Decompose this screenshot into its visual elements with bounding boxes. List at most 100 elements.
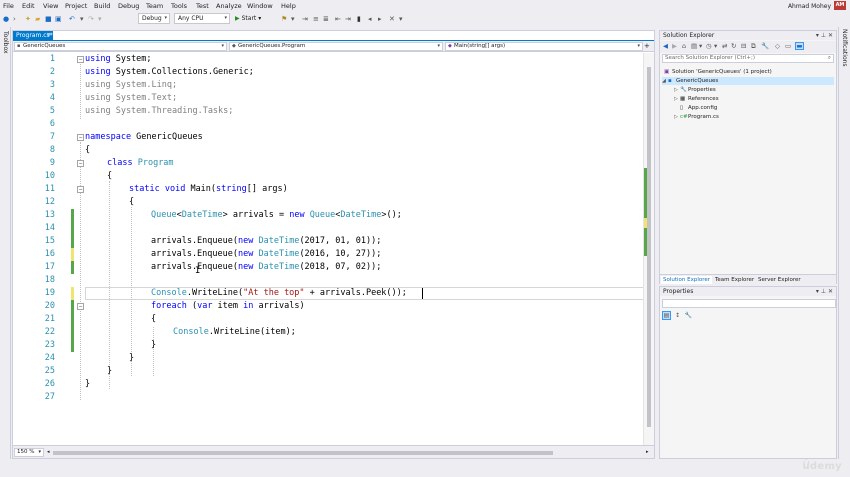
tree-item-app-config[interactable]: ▯ App.config: [680, 104, 717, 112]
uncomment-icon[interactable]: ≣: [323, 15, 329, 23]
solution-search-input[interactable]: Search Solution Explorer (Ctrl+;) ⌕: [662, 54, 834, 63]
line-number: 23: [44, 340, 55, 350]
tree-item-properties[interactable]: ▷ 🔧Properties: [674, 86, 716, 94]
menu-project[interactable]: Project: [65, 2, 87, 10]
sync-icon[interactable]: ⇄: [722, 43, 727, 50]
code-text-area[interactable]: − − − − − 1 2 3 4 5 6 7 8 9 10 11 12 13 …: [13, 53, 654, 445]
member-dropdown[interactable]: ◆ Main(string[] args) ▾: [445, 42, 643, 51]
clear-bookmarks-icon[interactable]: ✕: [389, 15, 395, 23]
customize-toolbar-icon[interactable]: ▾: [399, 15, 403, 23]
menu-help[interactable]: Help: [281, 2, 296, 10]
start-button[interactable]: ▶ Start ▾: [235, 15, 261, 22]
view-code-icon[interactable]: ◇: [775, 43, 780, 50]
back-icon[interactable]: ◀: [663, 43, 668, 50]
tab-server-explorer[interactable]: Server Explorer: [756, 276, 803, 284]
toolbox-tab[interactable]: Toolbox: [2, 31, 9, 54]
collapse-toggle[interactable]: −: [77, 303, 84, 310]
show-all-files-icon[interactable]: ⧉: [751, 43, 756, 50]
pin-icon[interactable]: ⊥: [821, 32, 826, 39]
menu-tools[interactable]: Tools: [171, 2, 187, 10]
vertical-scroll-thumb[interactable]: [647, 67, 651, 427]
next-bookmark-icon[interactable]: ▸: [378, 15, 382, 23]
outdent-icon[interactable]: ⇤: [335, 15, 341, 23]
menu-debug[interactable]: Debug: [118, 2, 139, 10]
tab-solution-explorer[interactable]: Solution Explorer: [661, 276, 713, 284]
chevron-down-icon[interactable]: ▾: [699, 43, 702, 50]
forward-icon[interactable]: ›: [13, 15, 16, 23]
step-icon[interactable]: ⇥: [302, 15, 308, 23]
object-selector[interactable]: [662, 299, 836, 308]
save-all-icon[interactable]: ▣: [55, 15, 62, 23]
undo-icon[interactable]: ↶: [69, 15, 75, 23]
save-icon[interactable]: ■: [45, 15, 52, 23]
collapse-all-icon[interactable]: ⊟: [741, 43, 746, 50]
comment-icon[interactable]: ≡: [313, 15, 319, 23]
bookmark-icon[interactable]: ▮: [357, 15, 361, 23]
type-dropdown[interactable]: ◆ GenericQueues.Program ▾: [229, 42, 443, 51]
refresh-icon[interactable]: ↻: [731, 43, 736, 50]
back-icon[interactable]: ●: [3, 15, 9, 23]
menu-build[interactable]: Build: [94, 2, 110, 10]
menu-edit[interactable]: Edit: [22, 2, 35, 10]
project-dropdown[interactable]: ▪ GenericQueues ▾: [14, 42, 227, 51]
tree-item-references[interactable]: ▷ ▦ References: [674, 95, 719, 103]
menu-view[interactable]: View: [43, 2, 58, 10]
solution-explorer-pane: Solution Explorer ▾ ⊥ ✕ ◀ ▶ ⌂ ▤ ▾ ◷ ▾ ⇄ …: [659, 30, 837, 284]
tree-item-project[interactable]: ◢ ▪ GenericQueues: [662, 77, 834, 85]
open-folder-icon[interactable]: ▰: [35, 15, 40, 23]
preview-icon[interactable]: ▭: [785, 43, 791, 50]
close-icon[interactable]: ✕: [828, 288, 833, 295]
home-icon[interactable]: ⌂: [682, 43, 686, 50]
menu-file[interactable]: File: [3, 2, 14, 10]
property-pages-icon[interactable]: 🔧: [684, 311, 693, 320]
vertical-scrollbar[interactable]: [643, 53, 654, 445]
collapse-toggle[interactable]: −: [77, 56, 84, 63]
pin-icon[interactable]: ⊥: [821, 288, 826, 295]
indent-icon[interactable]: ⇥: [345, 15, 351, 23]
change-marker-unsaved: [71, 287, 74, 300]
dropdown-icon[interactable]: ▾: [816, 32, 819, 39]
switch-views-icon[interactable]: ▤: [691, 43, 697, 50]
user-avatar[interactable]: AM: [834, 1, 846, 10]
undo-dropdown-icon[interactable]: ▾: [80, 15, 84, 23]
toolbar-dropdown-icon[interactable]: ▾: [291, 15, 295, 23]
line-number: 1: [49, 54, 55, 64]
user-name[interactable]: Ahmad Mohey: [788, 3, 831, 10]
menu-test[interactable]: Test: [196, 2, 209, 10]
close-icon[interactable]: ✕: [47, 31, 51, 40]
redo-icon[interactable]: ↷: [88, 15, 94, 23]
scroll-left-icon[interactable]: ◂: [47, 449, 50, 455]
tree-item-program-cs[interactable]: ▷ c#Program.cs: [674, 113, 719, 121]
collapse-toggle[interactable]: −: [77, 134, 84, 141]
zoom-select[interactable]: 150 % ▾: [14, 448, 44, 457]
code-line: Queue<DateTime> arrivals = new Queue<Dat…: [151, 210, 402, 220]
tree-item-solution[interactable]: ▣ Solution 'GenericQueues' (1 project): [664, 68, 834, 76]
menu-team[interactable]: Team: [146, 2, 163, 10]
tab-team-explorer[interactable]: Team Explorer: [713, 276, 756, 284]
forward-icon[interactable]: ▶: [672, 43, 677, 50]
close-icon[interactable]: ✕: [828, 32, 833, 39]
new-project-icon[interactable]: ✦: [25, 15, 31, 23]
horizontal-scroll-thumb[interactable]: [53, 451, 553, 455]
menu-analyze[interactable]: Analyze: [216, 2, 242, 10]
properties-wrench-icon[interactable]: 🔧: [761, 43, 769, 50]
prev-bookmark-icon[interactable]: ◂: [368, 15, 372, 23]
split-window-icon[interactable]: +: [644, 42, 650, 50]
menu-window[interactable]: Window: [247, 2, 273, 10]
line-number: 3: [49, 80, 55, 90]
collapse-toggle[interactable]: −: [77, 186, 84, 193]
collapse-toggle[interactable]: −: [77, 160, 84, 167]
document-tab-program[interactable]: Program.cs* ✕: [13, 31, 53, 40]
notifications-tab[interactable]: Notifications: [841, 29, 848, 67]
scroll-right-icon[interactable]: ▸: [646, 449, 649, 455]
solution-platform-select[interactable]: Any CPU ▾: [174, 13, 230, 24]
categorized-icon[interactable]: ▤: [662, 311, 671, 320]
pin-preview-icon[interactable]: ▬: [795, 42, 804, 50]
chevron-down-icon[interactable]: ▾: [714, 43, 717, 50]
browser-link-icon[interactable]: ⚑: [281, 15, 287, 23]
dropdown-icon[interactable]: ▾: [816, 288, 819, 295]
redo-dropdown-icon[interactable]: ▾: [98, 15, 102, 23]
alphabetical-icon[interactable]: ↕: [673, 311, 682, 320]
pending-changes-icon[interactable]: ◷: [706, 43, 712, 50]
solution-configuration-select[interactable]: Debug ▾: [138, 13, 170, 24]
